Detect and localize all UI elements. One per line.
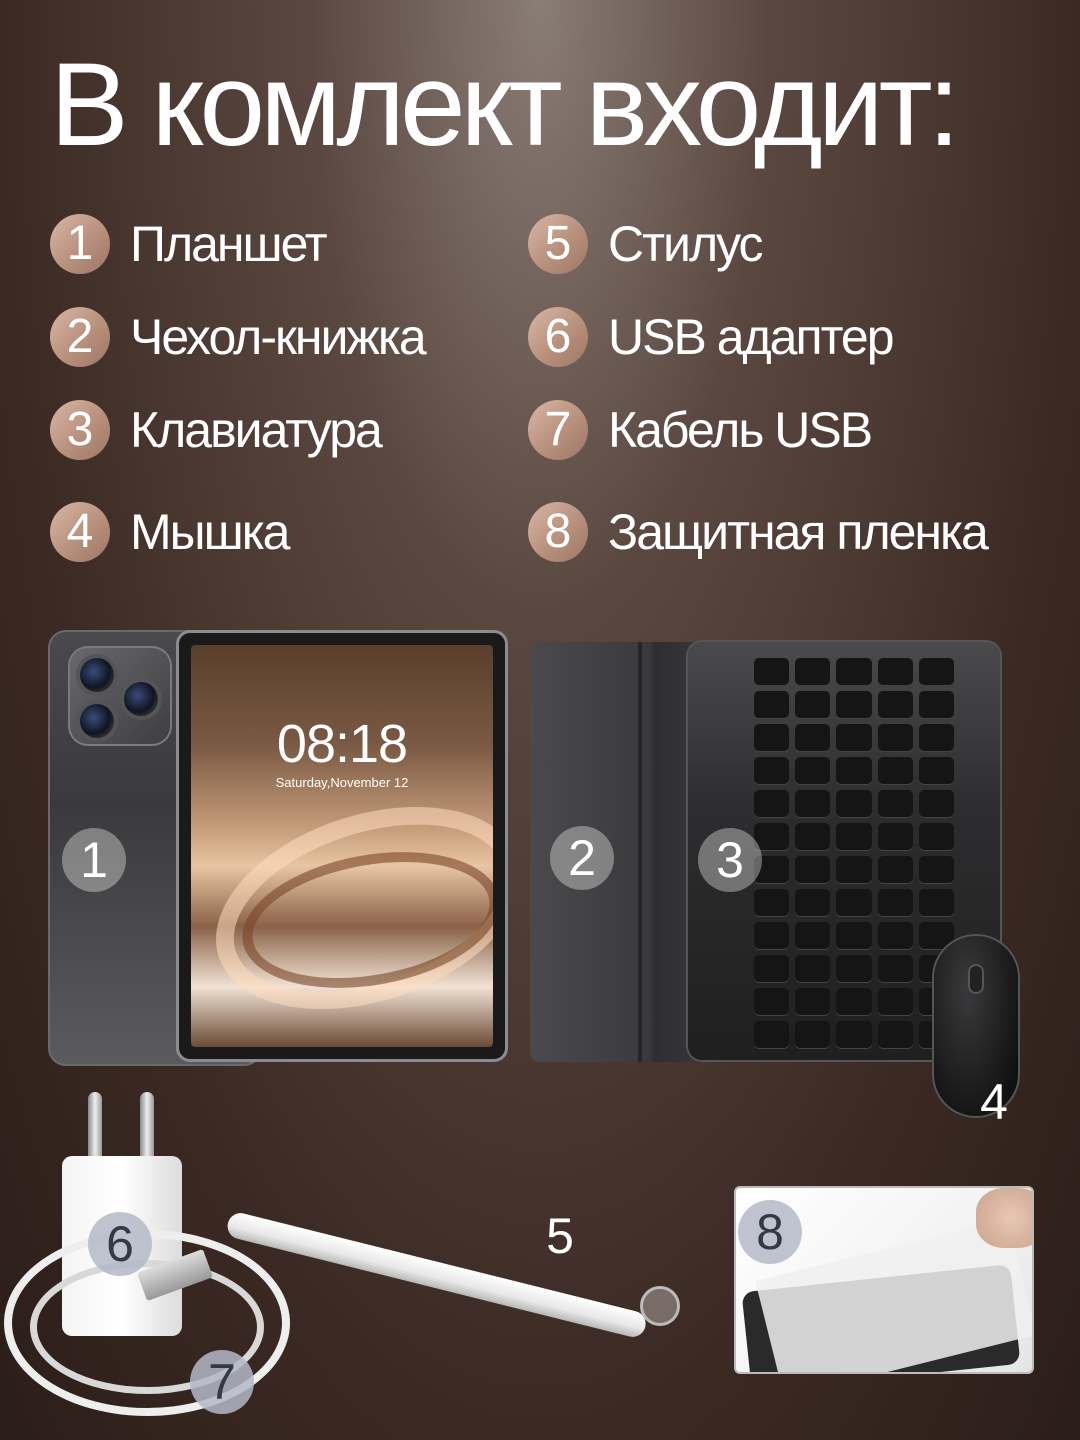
item-label: Планшет [130, 216, 328, 272]
photo-badge-6: 6 [88, 1212, 152, 1276]
photo-badge-7: 7 [190, 1350, 254, 1414]
list-item-usb-cable: 7 Кабель USB [528, 398, 873, 462]
list-item-case: 2 Чехол-книжка [50, 305, 427, 369]
item-label: Кабель USB [608, 402, 873, 458]
item-number: 2 [50, 307, 110, 367]
item-label: Защитная пленка [608, 504, 989, 560]
photo-badge-1: 1 [62, 828, 126, 892]
photo-badge-4: 4 [980, 1074, 1008, 1130]
tablet-front-image: 08:18 Saturday,November 12 [176, 630, 508, 1062]
charger-prong [88, 1092, 102, 1162]
camera-lens [80, 658, 114, 692]
camera-module [68, 646, 172, 746]
item-number: 5 [528, 214, 588, 274]
item-label: Мышка [130, 504, 290, 560]
list-item-stylus: 5 Стилус [528, 212, 764, 276]
list-item-tablet: 1 Планшет [50, 212, 328, 276]
list-item-keyboard: 3 Клавиатура [50, 398, 383, 462]
keyboard-keys [754, 658, 954, 1048]
photo-badge-3: 3 [698, 828, 762, 892]
list-item-usb-adapter: 6 USB адаптер [528, 305, 895, 369]
item-label: Клавиатура [130, 402, 383, 458]
item-number: 8 [528, 502, 588, 562]
lockscreen-time: 08:18 [276, 714, 408, 774]
item-number: 7 [528, 400, 588, 460]
camera-lens [124, 682, 158, 716]
item-number: 4 [50, 502, 110, 562]
mouse-wheel [970, 966, 982, 992]
product-photo: 08:18 Saturday,November 12 1 2 3 4 5 6 7… [0, 600, 1080, 1440]
photo-badge-5: 5 [546, 1208, 574, 1264]
list-item-mouse: 4 Мышка [50, 500, 290, 564]
item-label: Чехол-книжка [130, 309, 427, 365]
photo-badge-2: 2 [550, 826, 614, 890]
item-label: USB адаптер [608, 309, 895, 365]
stylus-disc-tip [640, 1286, 680, 1326]
lockscreen-date: Saturday,November 12 [275, 775, 409, 790]
charger-prong [140, 1092, 154, 1162]
case-fold [638, 642, 642, 1062]
finger [976, 1188, 1032, 1248]
page-title: В комлект входит: [50, 39, 960, 171]
item-number: 3 [50, 400, 110, 460]
item-label: Стилус [608, 216, 764, 272]
item-number: 1 [50, 214, 110, 274]
list-item-screen-protector: 8 Защитная пленка [528, 500, 989, 564]
tablet-screen: 08:18 Saturday,November 12 [191, 645, 493, 1047]
camera-lens [80, 704, 114, 738]
item-number: 6 [528, 307, 588, 367]
photo-badge-8: 8 [738, 1200, 802, 1264]
